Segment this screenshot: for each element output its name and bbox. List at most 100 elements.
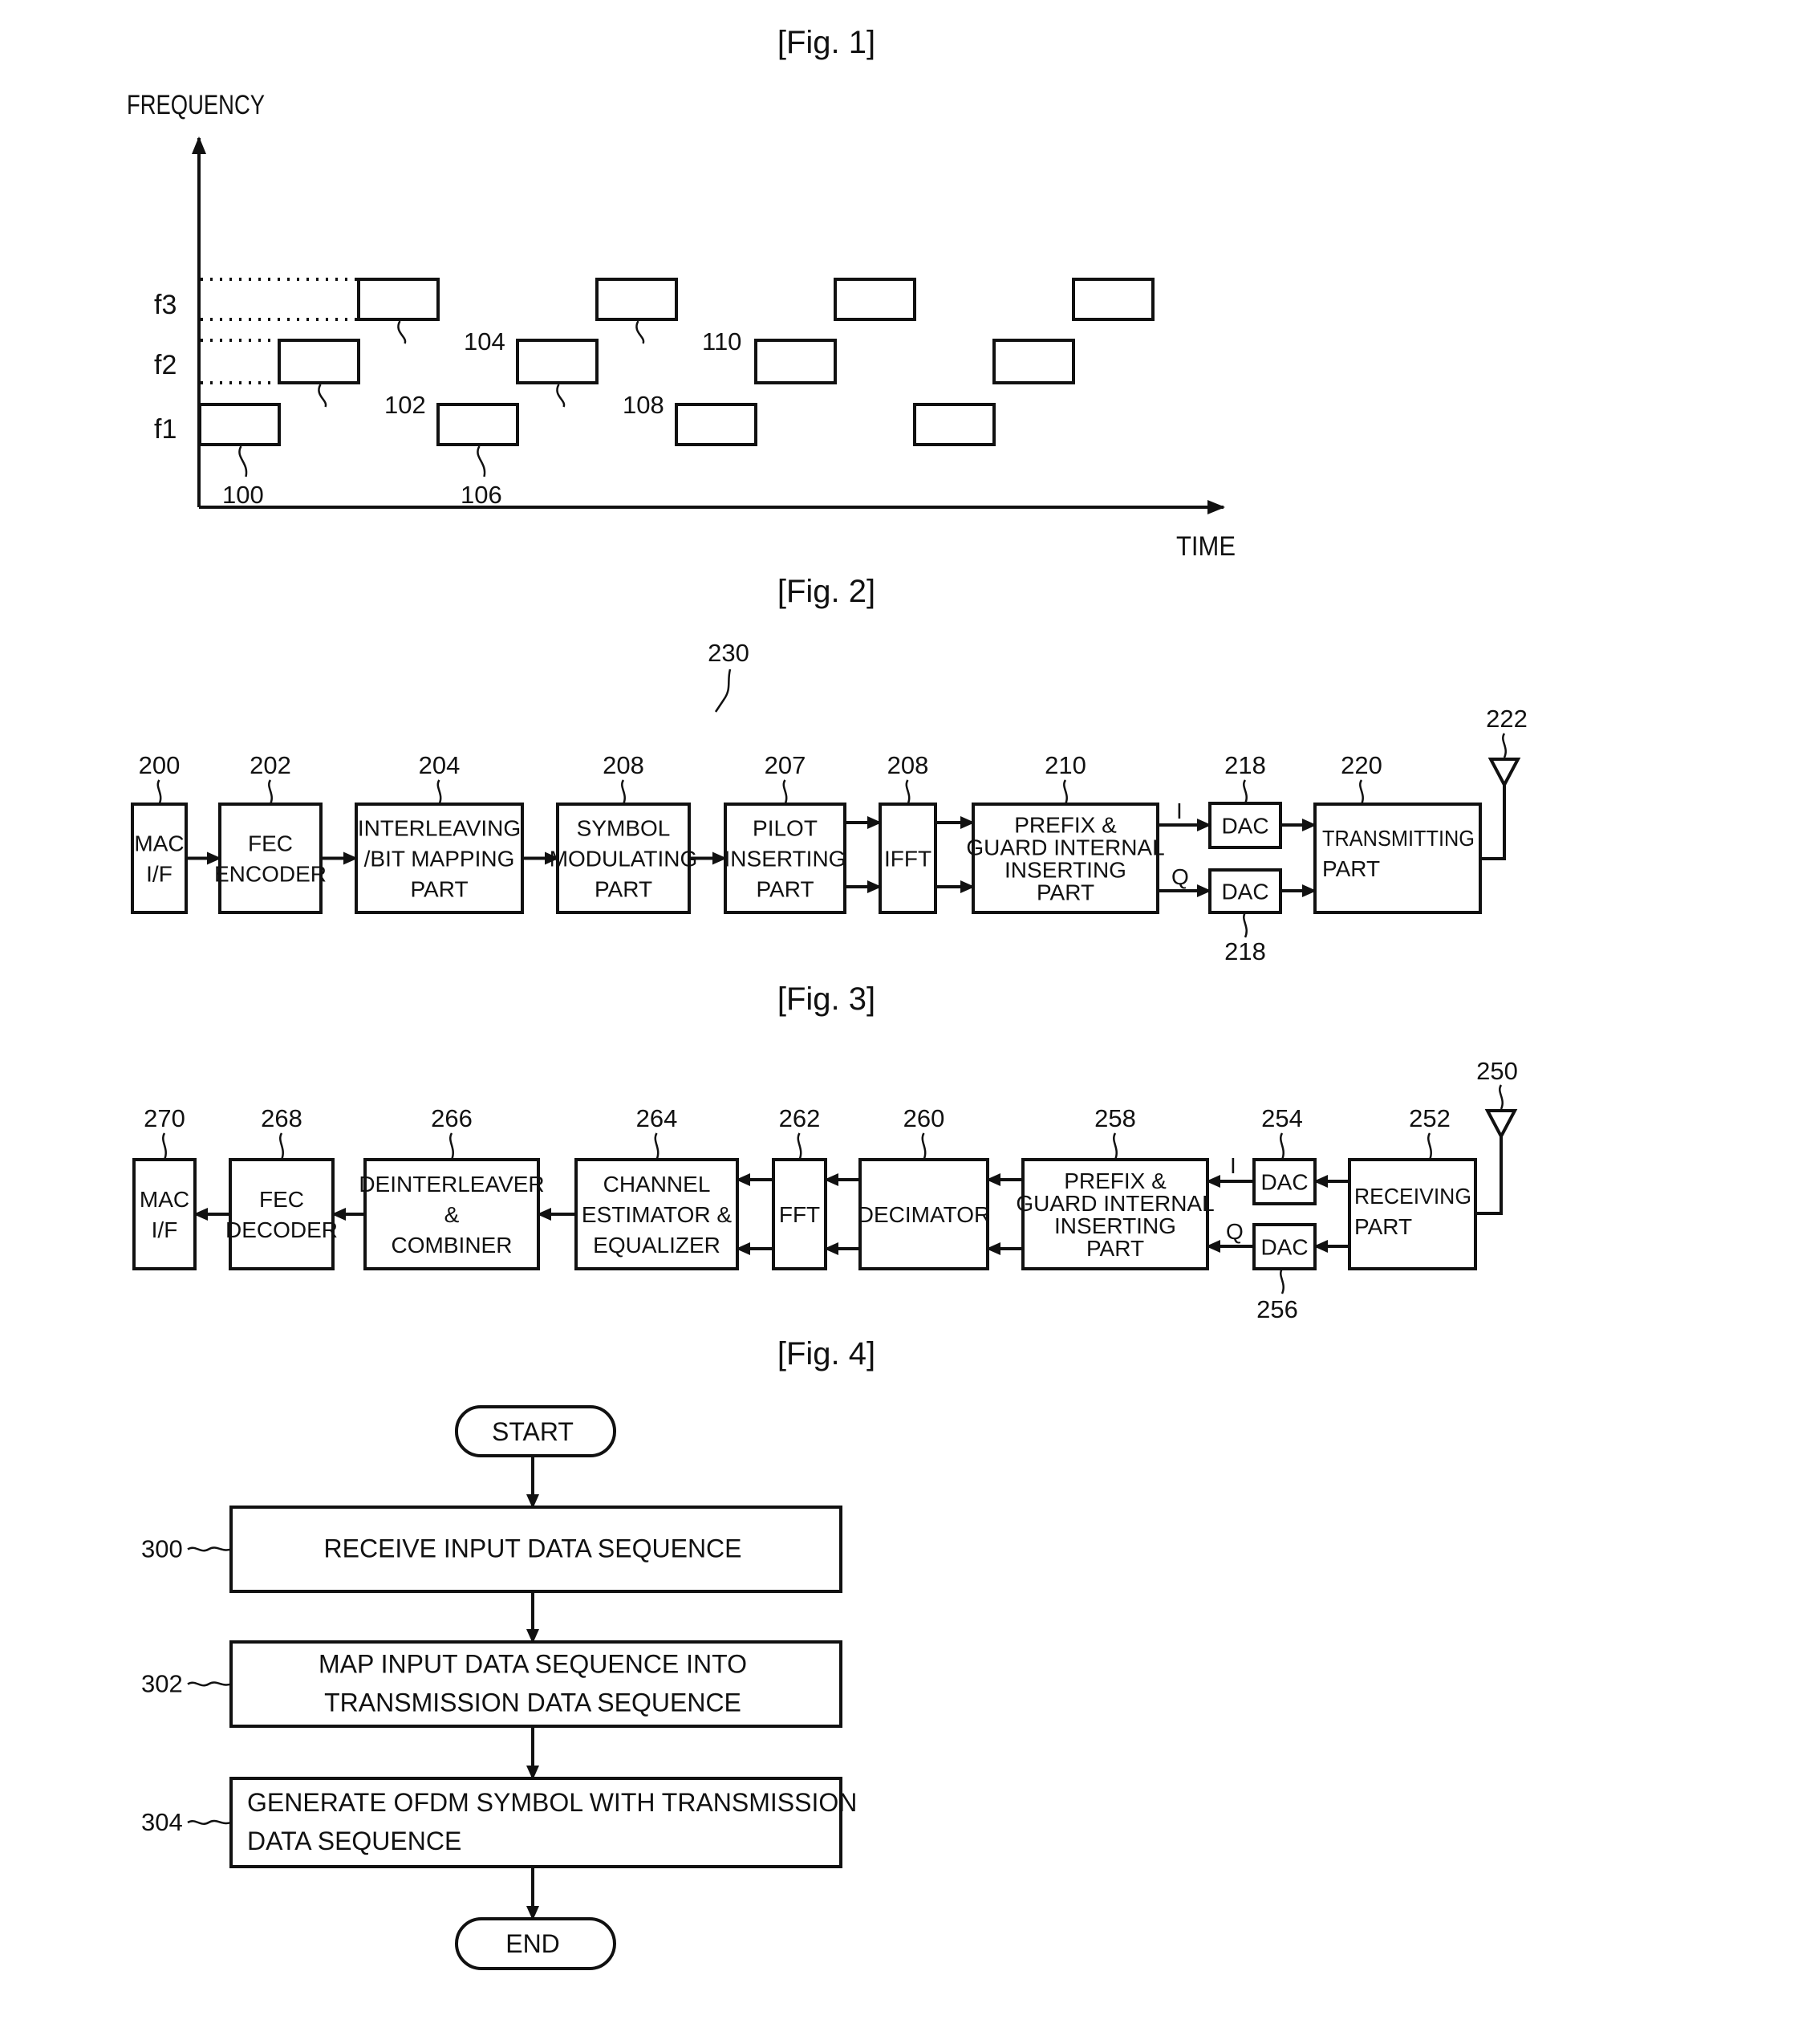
freq-label-f3: f3 bbox=[154, 290, 177, 320]
antenna-icon bbox=[1484, 1109, 1518, 1140]
figure-1: [Fig. 1] FREQUENCY TIME f3 f2 f1 1001021… bbox=[127, 25, 1236, 562]
patent-drawing-sheet: [Fig. 1] FREQUENCY TIME f3 f2 f1 1001021… bbox=[127, 25, 1528, 1970]
interleaving-block-text: PART bbox=[410, 877, 468, 902]
ref-label: 266 bbox=[431, 1104, 473, 1132]
mac-if-block-text: MAC bbox=[140, 1187, 189, 1212]
prefix-guard-block-text: PREFIX & bbox=[1014, 813, 1117, 838]
ref-label: 254 bbox=[1261, 1104, 1303, 1132]
i-label: I bbox=[1176, 799, 1183, 823]
process-step-text: DATA SEQUENCE bbox=[247, 1827, 461, 1855]
hop-slot-f3 bbox=[595, 278, 678, 321]
prefix-guard-block-text: PART bbox=[1037, 880, 1094, 905]
dac-block-text: DAC bbox=[1260, 1170, 1308, 1195]
ref-label: 204 bbox=[419, 751, 461, 779]
ref-label: 252 bbox=[1409, 1104, 1451, 1132]
y-axis-label: FREQUENCY bbox=[127, 90, 265, 120]
ref-leader bbox=[279, 1132, 284, 1160]
hop-ref-label: 106 bbox=[461, 481, 502, 509]
ifft-block-text: IFFT bbox=[884, 847, 931, 872]
interleaving-block-text: /BIT MAPPING bbox=[364, 847, 515, 872]
fig4-title: [Fig. 4] bbox=[777, 1336, 875, 1371]
ref-leader bbox=[156, 779, 162, 805]
ref-leader bbox=[621, 779, 626, 805]
antenna-feed bbox=[1475, 1135, 1503, 1215]
ref-leader bbox=[1499, 1084, 1504, 1110]
ref-leader bbox=[187, 1681, 232, 1687]
dac-block-text: DAC bbox=[1221, 814, 1268, 839]
prefix-guard-block-text: PREFIX & bbox=[1064, 1168, 1167, 1193]
mac-if-block bbox=[132, 1158, 197, 1270]
prefix-guard-block-text: INSERTING bbox=[1004, 858, 1126, 883]
ref-label: 208 bbox=[603, 751, 644, 779]
x-axis-label: TIME bbox=[1176, 531, 1236, 562]
transmitting-part-text: PART bbox=[1322, 856, 1380, 881]
ref-label: 210 bbox=[1045, 751, 1086, 779]
channel-estimator-block-text: EQUALIZER bbox=[593, 1233, 720, 1258]
deinterleaver-combiner-block-text: COMBINER bbox=[392, 1233, 513, 1258]
ref-leader bbox=[1427, 1132, 1432, 1160]
hop-slot-f2 bbox=[278, 339, 360, 384]
ref-label: 208 bbox=[887, 751, 929, 779]
ref-leader bbox=[1113, 1132, 1118, 1160]
q-label: Q bbox=[1226, 1219, 1244, 1244]
ref-leader bbox=[782, 779, 788, 805]
ref-leader bbox=[905, 779, 911, 805]
ref-leader bbox=[268, 779, 273, 805]
mac-if-block-text: I/F bbox=[152, 1217, 178, 1242]
ref-leader bbox=[449, 1132, 454, 1160]
start-label: START bbox=[492, 1417, 574, 1446]
ref-label: 218 bbox=[1224, 937, 1266, 965]
system-ref-230: 230 bbox=[708, 639, 749, 667]
symbol-modulating-block-text: MODULATING bbox=[550, 847, 698, 872]
transmitter-blocks: MAC I/F 200 FEC ENCODER 202 INTERLEAVING/BIT M… bbox=[131, 705, 1528, 965]
process-step-text: RECEIVE INPUT DATA SEQUENCE bbox=[324, 1534, 742, 1563]
prefix-guard-block-text: GUARD INTERNAL bbox=[1016, 1191, 1214, 1216]
hop-ref-label: 108 bbox=[623, 391, 664, 419]
hop-ref-label: 100 bbox=[222, 481, 264, 509]
ref-leader bbox=[1243, 779, 1248, 804]
ref-leader bbox=[238, 445, 248, 477]
antenna-feed bbox=[1480, 783, 1506, 860]
hop-slot-f3 bbox=[1072, 278, 1155, 321]
ref-label: 220 bbox=[1341, 751, 1382, 779]
figure-2: [Fig. 2] 230 MAC I/F 200 FEC ENCODER 202 INTER… bbox=[131, 574, 1528, 965]
ref-leader bbox=[397, 320, 407, 344]
ref-leader bbox=[797, 1132, 802, 1160]
hop-boxes: 100 102 104 106 108 110 bbox=[198, 278, 1155, 509]
q-label: Q bbox=[1171, 864, 1189, 889]
transmitting-part-text: TRANSMITTING bbox=[1322, 826, 1475, 851]
ref-label: 256 bbox=[1256, 1295, 1298, 1323]
end-label: END bbox=[505, 1929, 560, 1958]
hop-ref-label: 102 bbox=[384, 391, 426, 419]
fig2-title: [Fig. 2] bbox=[777, 574, 875, 609]
ref-label: 202 bbox=[250, 751, 291, 779]
interleaving-block-text: INTERLEAVING bbox=[358, 816, 521, 841]
ref-leader bbox=[1502, 733, 1507, 758]
ref-label: 264 bbox=[636, 1104, 678, 1132]
process-step-text: TRANSMISSION DATA SEQUENCE bbox=[324, 1688, 741, 1717]
hop-slot-f1 bbox=[913, 403, 996, 446]
ref-leader bbox=[162, 1132, 167, 1160]
fec-decoder-block-text: FEC bbox=[259, 1187, 304, 1212]
fec-decoder-block bbox=[229, 1158, 335, 1270]
ref-label: 270 bbox=[144, 1104, 185, 1132]
ref-label: 262 bbox=[779, 1104, 821, 1132]
receiver-blocks: MAC I/F 270 FEC DECODER 268 DEINTERLEAVER & COMB… bbox=[132, 1057, 1518, 1323]
fec-encoder-block bbox=[218, 803, 323, 914]
figure-4: [Fig. 4] START RECEIVE INPUT DATA SEQUENC… bbox=[141, 1336, 875, 1970]
symbol-modulating-block-text: PART bbox=[595, 877, 652, 902]
ref-label: 268 bbox=[261, 1104, 302, 1132]
ref-label: 260 bbox=[903, 1104, 945, 1132]
hop-slot-f1 bbox=[198, 403, 281, 446]
ref-leader bbox=[1280, 1132, 1284, 1160]
ref-leader bbox=[635, 320, 645, 344]
hop-slot-f3 bbox=[357, 278, 440, 321]
ref-leader bbox=[1280, 1268, 1284, 1294]
step-ref-label: 300 bbox=[141, 1535, 183, 1563]
process-step-text: GENERATE OFDM SYMBOL WITH TRANSMISSION bbox=[247, 1788, 857, 1817]
ref-leader bbox=[318, 384, 327, 408]
hop-slot-f2 bbox=[516, 339, 599, 384]
pilot-inserting-block-text: PART bbox=[756, 877, 814, 902]
ref-label: 258 bbox=[1094, 1104, 1136, 1132]
dac-block-text: DAC bbox=[1260, 1235, 1308, 1260]
